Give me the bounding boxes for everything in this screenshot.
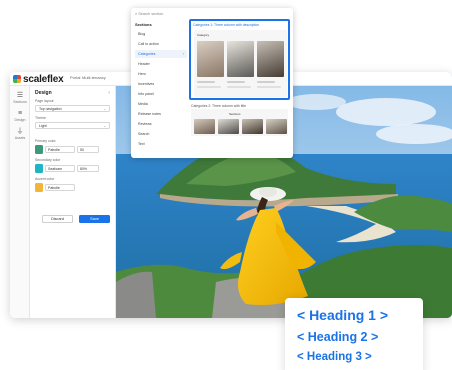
titlebar-item-multitenancy[interactable]: Multi-tenancy xyxy=(82,75,106,80)
primary-color-swatch[interactable] xyxy=(35,145,43,154)
cloud xyxy=(336,98,436,126)
menu-item-media[interactable]: Media xyxy=(135,100,187,108)
titlebar-item-portal[interactable]: Portal xyxy=(70,75,80,80)
sections-title: Sections xyxy=(135,22,152,27)
primary-alpha-input[interactable]: 50 xyxy=(77,146,99,153)
section-picker-popup: ⌕Search section Sections Blog Call to ac… xyxy=(131,8,293,158)
menu-item-search[interactable]: Search xyxy=(135,130,187,138)
template-thumbnail xyxy=(194,119,215,134)
heading-1-sample: < Heading 1 > xyxy=(297,307,389,323)
layers-icon: ≡ xyxy=(17,110,23,117)
text-placeholder xyxy=(197,86,221,88)
primary-color-row: Patrolle 50 xyxy=(35,145,110,154)
accent-color-input[interactable]: Patrolle xyxy=(45,184,75,191)
template-card-categories-1[interactable]: Categories 1: Three column with descript… xyxy=(189,19,290,100)
design-icon: ☰ xyxy=(16,92,24,99)
cloud xyxy=(286,94,346,110)
menu-item-reviews[interactable]: Reviews xyxy=(135,120,187,128)
rail-item-sections[interactable]: ☰ Sections xyxy=(10,92,30,105)
theme-label: Theme xyxy=(35,116,46,120)
logo-mark-icon xyxy=(13,75,21,83)
secondary-color-label: Secondary color xyxy=(35,158,61,162)
menu-item-categories[interactable]: Categories › xyxy=(135,50,187,58)
menu-item-blog[interactable]: Blog xyxy=(135,30,187,38)
heading-styles-card: < Heading 1 > < Heading 2 > < Heading 3 … xyxy=(285,298,423,370)
template-thumbnail xyxy=(257,41,284,77)
design-panel: Design ‹ Page layout Top navigation ⌄ Th… xyxy=(30,86,116,318)
text-placeholder xyxy=(197,81,215,83)
primary-color-input[interactable]: Patrolle xyxy=(45,146,75,153)
template-thumbnail xyxy=(242,119,263,134)
left-rail: ☰ Sections ≡ Design ⏚ Assets xyxy=(10,86,30,318)
menu-item-text[interactable]: Text xyxy=(135,140,187,148)
discard-button[interactable]: Discard xyxy=(42,215,73,223)
sun-hat-crown xyxy=(259,187,277,197)
template-label: Categories 1: Three column with descript… xyxy=(193,23,260,27)
page-layout-value: Top navigation xyxy=(39,107,62,111)
primary-color-label: Primary color xyxy=(35,139,56,143)
chevron-down-icon: ⌄ xyxy=(103,124,106,128)
page-layout-label: Page layout xyxy=(35,99,54,103)
template-card-categories-2[interactable]: Sections xyxy=(191,109,288,136)
theme-select[interactable]: Light ⌄ xyxy=(35,122,110,129)
heading-2-sample: < Heading 2 > xyxy=(297,330,379,344)
secondary-color-input[interactable]: Seafoam xyxy=(45,165,75,172)
template-heading: Category xyxy=(197,33,210,37)
template-preview: Category xyxy=(194,30,287,97)
secondary-alpha-input[interactable]: 80% xyxy=(77,165,99,172)
chevron-down-icon: ⌄ xyxy=(103,107,106,111)
rail-item-design[interactable]: ≡ Design xyxy=(10,110,30,123)
secondary-color-swatch[interactable] xyxy=(35,164,43,173)
menu-item-header[interactable]: Header xyxy=(135,60,187,68)
save-button[interactable]: Save xyxy=(79,215,110,223)
text-placeholder xyxy=(257,86,281,88)
menu-item-label: Categories xyxy=(138,52,156,56)
text-placeholder xyxy=(227,81,245,83)
theme-value: Light xyxy=(39,124,47,128)
search-placeholder: Search section xyxy=(138,12,164,16)
search-icon: ⌕ xyxy=(135,11,138,16)
menu-item-incentives[interactable]: Incentives xyxy=(135,80,187,88)
template-thumbnail xyxy=(218,119,239,134)
heading-3-sample: < Heading 3 > xyxy=(297,351,372,363)
accent-color-row: Patrolle xyxy=(35,183,110,192)
accent-color-label: Accent color xyxy=(35,177,55,181)
template2-heading: Sections xyxy=(229,112,241,116)
menu-item-info-panel[interactable]: Info panel xyxy=(135,90,187,98)
text-placeholder xyxy=(257,81,275,83)
rail-label: Sections xyxy=(13,100,27,104)
chevron-left-icon[interactable]: ‹ xyxy=(108,90,110,96)
page-layout-select[interactable]: Top navigation ⌄ xyxy=(35,105,110,112)
menu-item-call-to-action[interactable]: Call to action xyxy=(135,40,187,48)
rail-label: Design xyxy=(14,118,26,122)
template-thumbnail xyxy=(197,41,224,77)
template2-label: Categories 2: Three column with title xyxy=(191,104,246,108)
menu-item-hero[interactable]: Hero xyxy=(135,70,187,78)
rail-item-assets[interactable]: ⏚ Assets xyxy=(10,128,30,141)
section-search[interactable]: ⌕Search section xyxy=(135,11,163,16)
template-thumbnail xyxy=(266,119,287,134)
menu-item-release-notes[interactable]: Release notes xyxy=(135,110,187,118)
scaleflex-logo: scaleflex xyxy=(13,74,64,85)
panel-title: Design xyxy=(35,90,52,96)
secondary-color-row: Seafoam 80% xyxy=(35,164,110,173)
rail-label: Assets xyxy=(14,136,26,140)
accent-color-swatch[interactable] xyxy=(35,183,43,192)
template-thumbnail xyxy=(227,41,254,77)
filter-icon: ⏚ xyxy=(16,128,24,135)
canvas: scaleflex Portal Multi-tenancy ☰ Section… xyxy=(0,0,452,370)
text-placeholder xyxy=(227,86,251,88)
logo-text: scaleflex xyxy=(23,74,64,85)
chevron-right-icon: › xyxy=(182,52,184,56)
